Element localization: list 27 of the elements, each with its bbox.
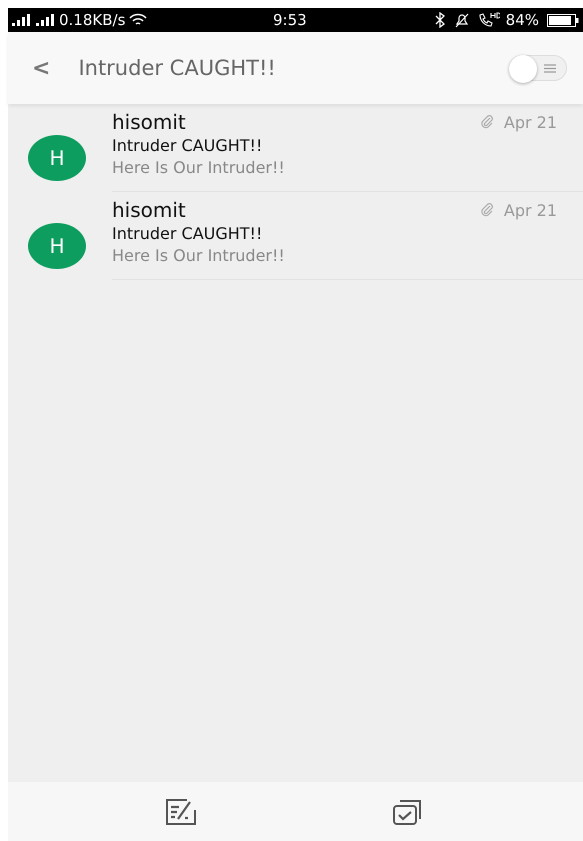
compose-icon[interactable] <box>164 798 199 826</box>
muted-bell-icon <box>454 12 470 28</box>
message-item[interactable]: hisomit Apr 21 Intruder CAUGHT!! Here Is Our Intruder!! <box>112 104 583 192</box>
battery-icon <box>547 14 579 26</box>
message-item[interactable]: hisomit Apr 21 Intruder CAUGHT!! Here Is Our Intruder!! <box>112 192 583 280</box>
network-speed: 0.18KB/s <box>59 11 126 29</box>
clock: 9:53 <box>273 11 307 29</box>
message-subject: Intruder CAUGHT!! <box>112 136 264 155</box>
menu-lines-icon <box>544 64 556 73</box>
battery-level: 84% <box>506 11 539 29</box>
signal-icon <box>12 14 32 26</box>
avatar: H <box>28 223 86 269</box>
message-date: Apr 21 <box>504 200 557 220</box>
sender-name: hisomit <box>112 110 187 134</box>
sender-name: hisomit <box>112 198 187 222</box>
signal-icon <box>36 14 56 26</box>
avatar: H <box>28 135 86 181</box>
message-preview: Here Is Our Intruder!! <box>112 158 286 177</box>
page-title: Intruder CAUGHT!! <box>78 56 277 80</box>
message-preview: Here Is Our Intruder!! <box>112 246 286 265</box>
bluetooth-icon <box>434 12 446 28</box>
wifi-icon <box>129 13 148 27</box>
toggle-switch[interactable] <box>509 55 567 81</box>
message-date: Apr 21 <box>504 112 557 132</box>
hd-call-icon <box>478 12 500 28</box>
back-button[interactable]: < <box>32 56 50 80</box>
message-subject: Intruder CAUGHT!! <box>112 224 264 243</box>
